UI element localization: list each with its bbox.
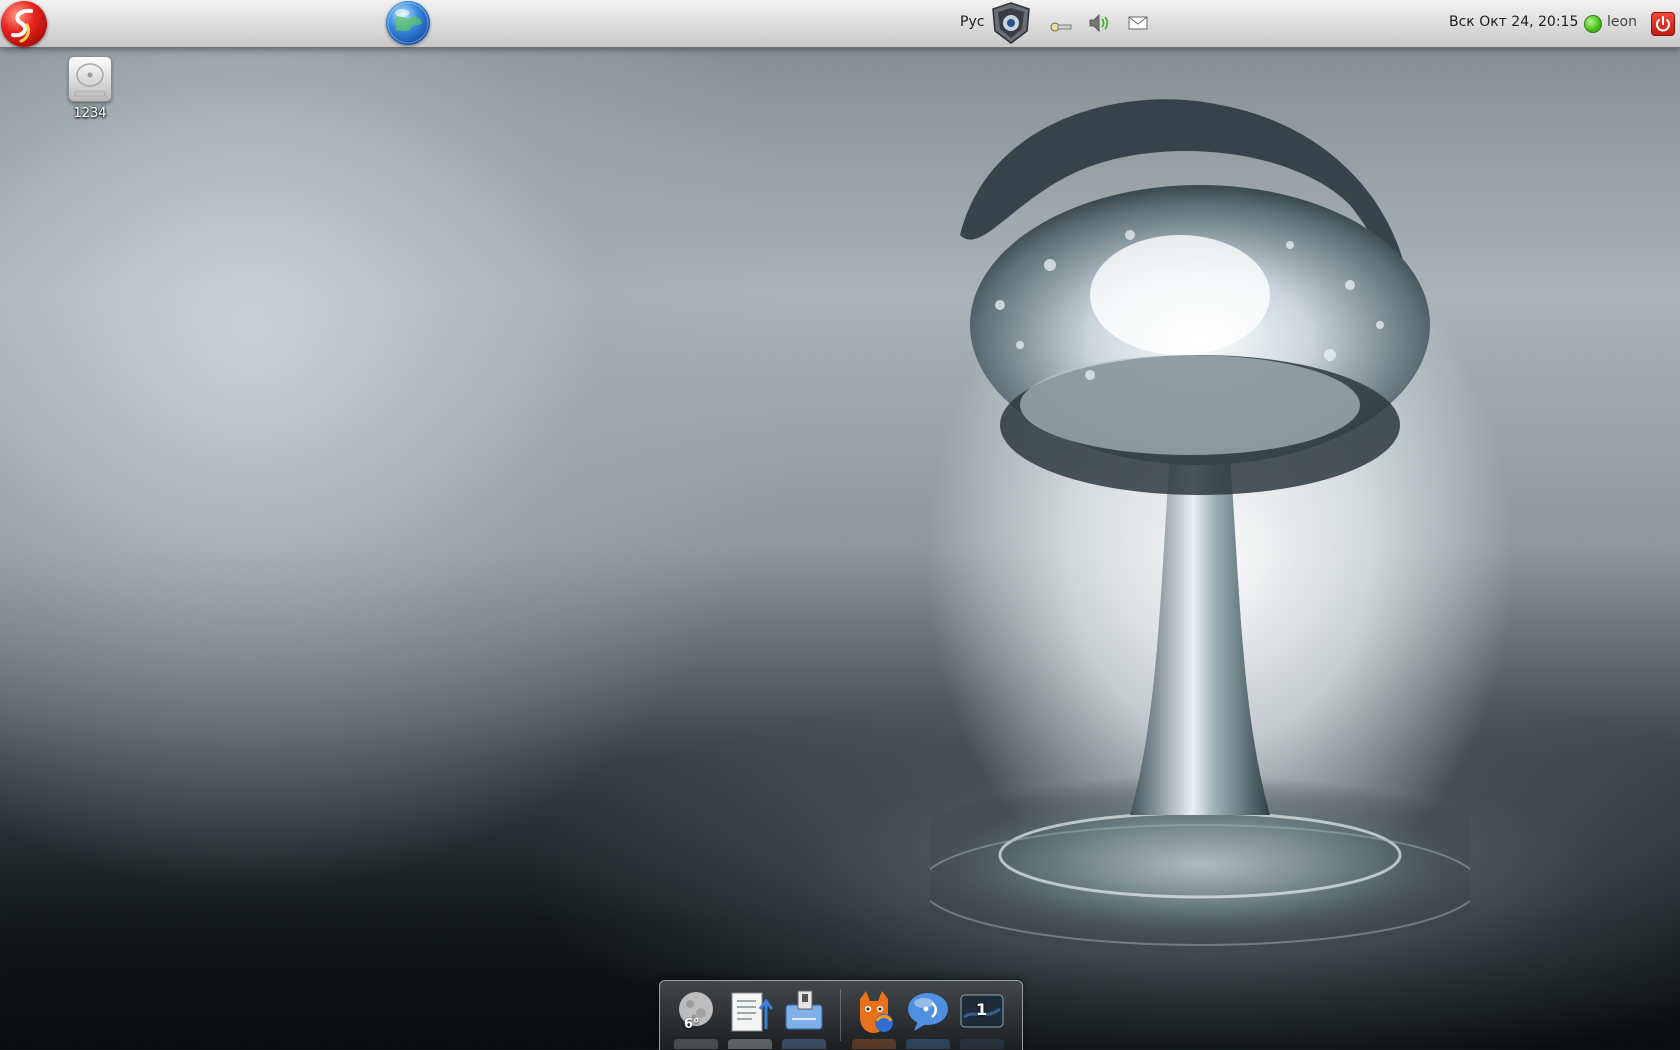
globe-glyph (387, 2, 429, 44)
dock-item-firefox[interactable] (850, 987, 898, 1035)
chat-bubble-icon (908, 993, 948, 1031)
top-panel: Рус Вск Окт 24, 20:15 leon (0, 0, 1680, 48)
drive-glyph (74, 63, 106, 97)
dock-reflection (674, 1039, 718, 1049)
weather-temperature: 6° (684, 1017, 700, 1032)
keyboard-layout-indicator[interactable]: Рус (960, 14, 984, 30)
logo-glyph (11, 8, 33, 43)
key-glyph (1050, 22, 1072, 32)
dock: 6° 1 (659, 980, 1023, 1050)
desktop-icon-drive[interactable]: 1234 (60, 56, 120, 121)
document-upload-icon (731, 992, 774, 1032)
desktop-icon-label: 1234 (73, 106, 107, 121)
key-icon[interactable] (1049, 12, 1073, 34)
mail-icon[interactable] (1126, 12, 1150, 34)
firefox-icon (860, 991, 893, 1033)
dock-reflection (782, 1039, 826, 1049)
dock-item-workspace[interactable]: 1 (958, 987, 1006, 1035)
globe-icon[interactable] (386, 1, 430, 45)
dock-reflection (728, 1039, 772, 1049)
mail-glyph (1128, 16, 1148, 30)
volume-icon[interactable] (1087, 12, 1111, 34)
power-icon[interactable] (1651, 12, 1675, 36)
dock-item-save[interactable] (780, 987, 828, 1035)
hard-drive-icon (68, 56, 112, 102)
online-status-icon[interactable] (1584, 15, 1602, 33)
app-menu-logo-icon[interactable] (1, 1, 47, 47)
dock-reflection (852, 1039, 896, 1049)
wallpaper-water-sculpture (930, 99, 1470, 955)
dock-reflection (960, 1039, 1004, 1049)
shield-icon[interactable] (990, 1, 1032, 45)
dock-separator (840, 989, 841, 1041)
dock-reflection (906, 1039, 950, 1049)
clock[interactable]: Вск Окт 24, 20:15 (1449, 14, 1578, 30)
floppy-save-icon (785, 990, 823, 1030)
user-name[interactable]: leon (1607, 14, 1637, 30)
power-glyph (1656, 16, 1670, 32)
workspace-number: 1 (976, 1000, 988, 1019)
dock-item-messenger[interactable] (904, 987, 952, 1035)
volume-glyph (1089, 14, 1109, 32)
dock-item-text-editor[interactable] (726, 987, 774, 1035)
dock-item-weather[interactable]: 6° (672, 987, 720, 1035)
shield-glyph (992, 2, 1030, 44)
